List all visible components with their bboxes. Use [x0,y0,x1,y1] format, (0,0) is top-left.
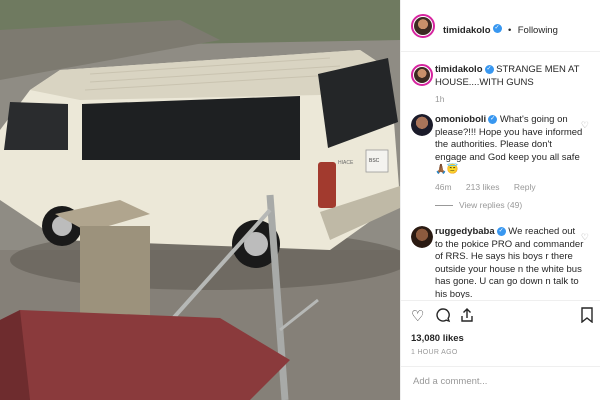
comments-list[interactable]: timidakolo ✓ STRANGE MEN AT HOUSE....WITH… [401,52,600,298]
share-icon[interactable] [459,307,475,327]
comment-likes[interactable]: 213 likes [466,182,500,192]
van-badge: HIACE [338,160,354,166]
commenter-avatar[interactable] [411,226,433,248]
reply-button[interactable]: Reply [514,182,536,192]
verified-icon: ✓ [496,226,506,236]
author-username[interactable]: timidakolo [443,25,491,36]
comment-meta: 46m 213 likes Reply [435,181,585,194]
comment-icon[interactable] [435,307,451,327]
post-actions: ♡ 13,080 likes 1 HOUR AGO [401,300,600,366]
comment-item: omonioboli ✓ What's going on please?!!! H… [411,114,589,224]
heart-icon[interactable]: ♡ [411,307,424,325]
comment-time[interactable]: 46m [435,182,452,192]
verified-icon: ✓ [492,24,502,34]
commenter-username[interactable]: omonioboli [435,114,486,125]
caption-time[interactable]: 1h [435,93,585,106]
view-replies-button[interactable]: View replies (49) [435,199,585,212]
view-replies-label: View replies (49) [459,200,523,210]
commenter-avatar[interactable] [411,114,433,136]
add-comment-input[interactable] [411,375,595,388]
post-image[interactable]: HIACE BSC [0,0,400,400]
caption-username[interactable]: timidakolo [435,64,483,75]
post-timestamp: 1 HOUR AGO [411,349,458,356]
comment-item: ruggedybaba ✓ We reached out to the pokic… [411,226,589,298]
van-plate: BSC [369,158,380,164]
add-comment-bar [401,366,600,400]
commenter-username[interactable]: ruggedybaba [435,226,495,237]
replies-divider [435,205,453,207]
comment-like-icon[interactable]: ♡ [581,120,589,131]
following-button[interactable]: Following [518,25,558,36]
author-avatar[interactable] [411,14,435,38]
caption: timidakolo ✓ STRANGE MEN AT HOUSE....WITH… [411,64,589,114]
likes-count[interactable]: 13,080 likes [411,333,464,344]
post-header: timidakolo ✓ • Following [401,0,600,52]
caption-avatar[interactable] [411,64,433,86]
header-separator: • [507,25,512,36]
bookmark-icon[interactable] [581,307,593,327]
post-side-panel: timidakolo ✓ • Following timidakolo ✓ STRA… [400,0,600,400]
van-photo [0,0,400,400]
comment-like-icon[interactable]: ♡ [581,232,589,243]
verified-icon: ✓ [488,114,498,124]
verified-icon: ✓ [484,64,494,74]
